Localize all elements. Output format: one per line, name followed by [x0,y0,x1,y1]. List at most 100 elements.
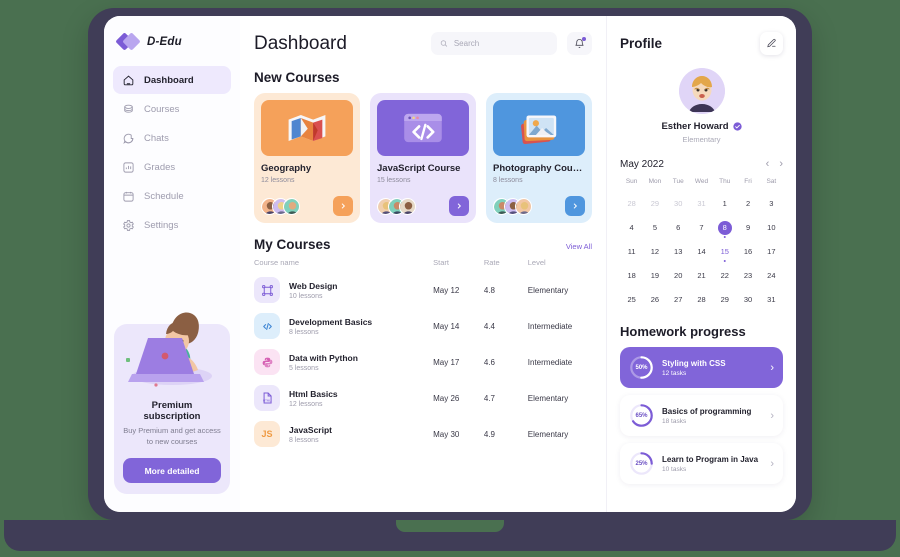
promo-subtitle: Buy Premium and get access to new course… [123,426,221,447]
map-icon [288,114,326,142]
col-level: Level [527,258,546,267]
page-title: Dashboard [254,32,347,54]
my-courses-table: Course name Start Rate Level Web Design … [254,258,592,452]
calendar-day: 31 [697,199,706,208]
search-box[interactable] [431,32,557,55]
calendar-day-cell[interactable]: 5 [643,214,666,238]
calendar-day-cell[interactable]: 29 [643,190,666,214]
course-row-start: May 26 [433,393,460,403]
open-course-button[interactable] [449,196,469,216]
brand-name: D-Edu [147,36,182,48]
homework-item[interactable]: 25% Learn to Program in Java 10 tasks › [620,443,783,484]
calendar-day-cell[interactable]: 17 [760,238,783,262]
calendar-day-cell[interactable]: 19 [643,262,666,286]
calendar-day-cell[interactable]: 28 [620,190,643,214]
course-row-lessons: 10 lessons [289,292,323,300]
calendar-day-cell[interactable]: 28 [690,286,713,310]
calendar-day: 4 [629,223,634,232]
avatar [399,197,416,215]
js-icon: JS [254,421,280,447]
course-row-name: Web Design [289,280,338,291]
calendar-day-cell[interactable]: 27 [667,286,690,310]
calendar-day-cell[interactable]: 30 [736,286,759,310]
calendar-day: 28 [627,199,636,208]
course-card[interactable]: JavaScript Course 15 lessons [370,93,476,223]
edit-profile-button[interactable] [760,32,783,55]
calendar-day: 7 [699,223,704,232]
calendar-day-cell[interactable]: 26 [643,286,666,310]
search-input[interactable] [453,39,548,48]
sidebar-item-schedule[interactable]: Schedule [113,182,231,210]
view-all-link[interactable]: View All [566,242,592,251]
brand[interactable]: D-Edu [104,16,240,66]
notification-badge [582,37,586,41]
calendar-day-cell[interactable]: 14 [690,238,713,262]
calendar-day-cell[interactable]: 25 [620,286,643,310]
main-content: Dashboard New Courses [240,16,606,512]
calendar-day-cell[interactable]: 16 [736,238,759,262]
calendar-day-cell[interactable]: 6 [667,214,690,238]
calendar-month: May 2022 [620,159,664,170]
calendar-day-cell[interactable]: 2 [736,190,759,214]
pencil-icon [767,38,776,48]
calendar-day-cell[interactable]: 22 [713,262,736,286]
sidebar-item-chats[interactable]: Chats [113,124,231,152]
calendar-day-cell[interactable]: 23 [736,262,759,286]
calendar-day-cell[interactable]: 21 [690,262,713,286]
open-course-button[interactable] [333,196,353,216]
sidebar-item-courses[interactable]: Courses [113,95,231,123]
homework-item[interactable]: 65% Basics of programming 18 tasks › [620,395,783,436]
course-name: JavaScript Course [377,163,461,174]
home-icon [123,75,134,85]
profile-header: Profile [620,32,783,55]
table-row[interactable]: Development Basics 8 lessons May 14 4.4 … [254,308,592,344]
calendar-day-cell[interactable]: 1 [713,190,736,214]
calendar-day-cell[interactable]: 7 [690,214,713,238]
course-card-footer [261,196,353,216]
calendar-day-cell[interactable]: 8 [713,214,736,238]
notifications-button[interactable] [567,32,592,55]
course-card[interactable]: Photography Course 8 lessons [486,93,592,223]
calendar-day-cell[interactable]: 29 [713,286,736,310]
calendar-day-cell[interactable]: 4 [620,214,643,238]
calendar-day-cell[interactable]: 30 [667,190,690,214]
more-detailed-button[interactable]: More detailed [123,458,221,483]
calendar-day-cell[interactable]: 12 [643,238,666,262]
calendar-day-cell[interactable]: 13 [667,238,690,262]
table-row[interactable]: JS JavaScript 8 lessons May 30 4.9 Eleme… [254,416,592,452]
sidebar-item-settings[interactable]: Settings [113,211,231,239]
homework-item[interactable]: 50% Styling with CSS 12 tasks › [620,347,783,388]
calendar-next-button[interactable]: › [779,159,783,170]
calendar-prev-button[interactable]: ‹ [766,159,770,170]
calendar-day-cell[interactable]: 24 [760,262,783,286]
calendar-day-cell[interactable]: 20 [667,262,690,286]
table-row[interactable]: Data with Python 5 lessons May 17 4.6 In… [254,344,592,380]
calendar-day-cell[interactable]: 31 [760,286,783,310]
calendar-day-cell[interactable]: 18 [620,262,643,286]
student-avatars [493,197,532,215]
open-course-button[interactable] [565,196,585,216]
calendar-day-cell[interactable]: 15 [713,238,736,262]
sidebar-item-grades[interactable]: Grades [113,153,231,181]
calendar-day: 18 [627,271,636,280]
course-row-level: Intermediate [527,321,573,331]
profile-role: Elementary [682,135,721,144]
calendar-day-cell[interactable]: 31 [690,190,713,214]
course-lessons: 8 lessons [493,177,523,184]
app-screen: D-Edu Dashboard Courses Chats Grades Sch… [104,16,796,512]
calendar-day: 20 [674,271,683,280]
progress-ring: 25% [629,451,654,476]
course-row-start: May 30 [433,429,460,439]
course-card[interactable]: Geography 12 lessons [254,93,360,223]
table-row[interactable]: Web Design 10 lessons May 12 4.8 Element… [254,272,592,308]
sidebar-item-label: Settings [144,219,179,231]
calendar-day-cell[interactable]: 11 [620,238,643,262]
course-cell: HTML Html Basics 12 lessons [254,380,433,416]
calendar-day-cell[interactable]: 10 [760,214,783,238]
calendar-day-cell[interactable]: 3 [760,190,783,214]
sidebar-item-dashboard[interactable]: Dashboard [113,66,231,94]
chevron-right-icon [457,203,462,209]
calendar-day-cell[interactable]: 9 [736,214,759,238]
table-row[interactable]: HTML Html Basics 12 lessons May 26 4.7 E… [254,380,592,416]
code-icon [254,313,280,339]
